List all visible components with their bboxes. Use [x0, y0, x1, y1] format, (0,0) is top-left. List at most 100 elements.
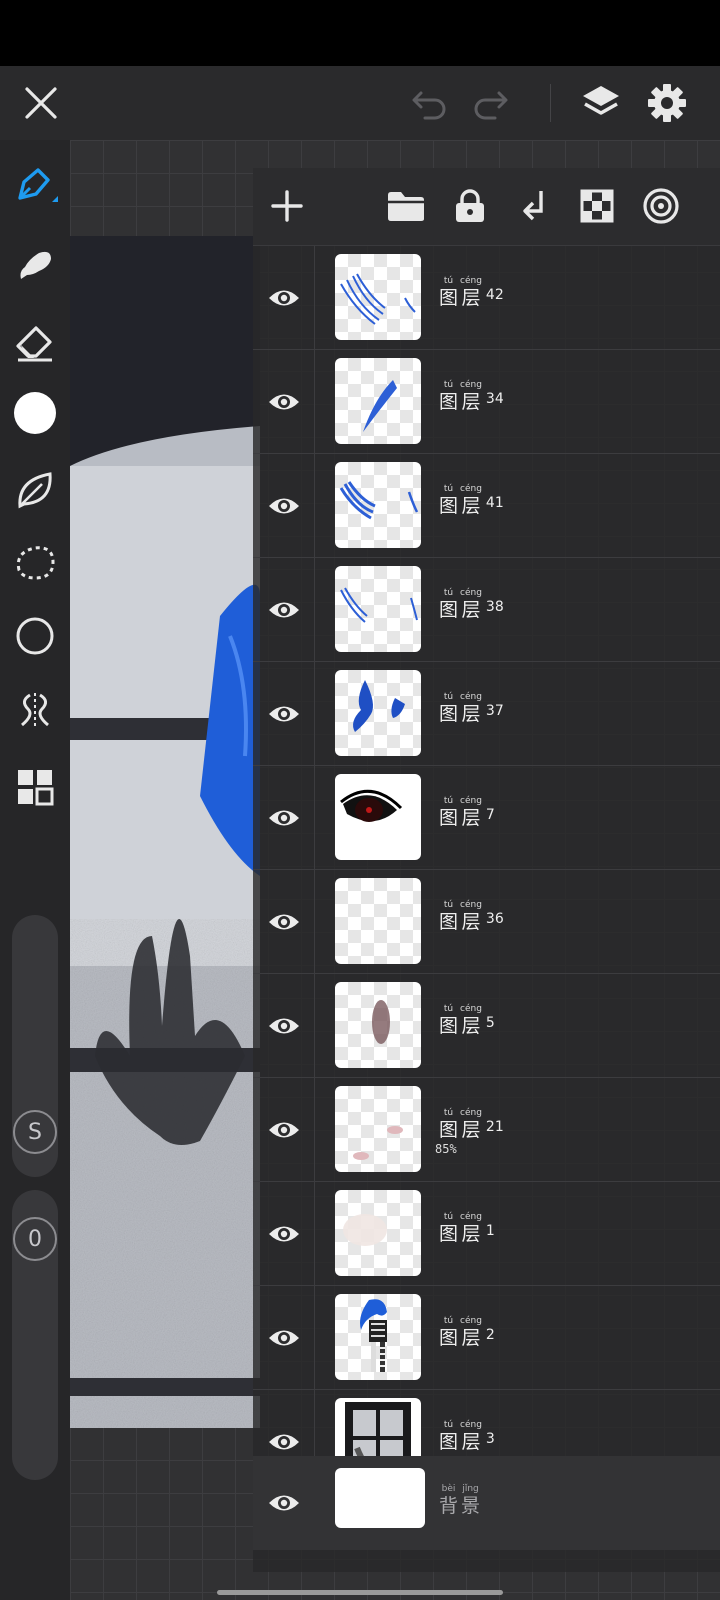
background-thumbnail: [335, 1468, 425, 1528]
visibility-toggle[interactable]: [253, 766, 315, 870]
layer-number: 3: [485, 1431, 495, 1447]
char: 背: [439, 1495, 459, 1517]
layer-row[interactable]: tú 图 céng 层 34: [253, 350, 720, 454]
layer-opacity: 85%: [435, 1142, 457, 1156]
layer-word-char-2: céng 层: [460, 588, 482, 621]
background-layer-name: bèi 背 jǐng 景: [439, 1484, 480, 1517]
char: 层: [461, 1327, 481, 1349]
eye-icon: [269, 1495, 299, 1511]
char: 图: [439, 1223, 459, 1245]
eye-icon: [268, 498, 299, 514]
thumbnail-image: [345, 1402, 411, 1456]
visibility-toggle[interactable]: [253, 350, 315, 454]
layers-icon: [583, 86, 619, 115]
layer-word-char-2: céng 层: [460, 276, 482, 309]
layer-name: tú 图 céng 层 2: [439, 1316, 495, 1349]
layer-name: tú 图 céng 层 37: [439, 692, 504, 725]
gear-icon: [648, 84, 686, 122]
smudge-tool-icon: [20, 251, 51, 279]
folder-button[interactable]: [382, 182, 430, 230]
eraser-tool-icon: [16, 326, 52, 362]
layer-thumbnail: [335, 1294, 421, 1380]
layer-row[interactable]: tú 图 céng 层 37: [253, 662, 720, 766]
layer-row[interactable]: tú 图 céng 层 41: [253, 454, 720, 558]
layer-word-char-2: céng 层: [460, 1004, 482, 1037]
pen-tool-button[interactable]: [10, 160, 60, 210]
layer-row[interactable]: tú 图 céng 层 21 85%: [253, 1078, 720, 1182]
visibility-toggle[interactable]: [253, 454, 315, 558]
char: 景: [461, 1495, 481, 1517]
undo-button[interactable]: [406, 80, 452, 126]
home-indicator[interactable]: [217, 1590, 503, 1595]
layer-name: tú 图 céng 层 3: [439, 1420, 495, 1453]
pinyin: tú: [443, 588, 454, 598]
visibility-toggle[interactable]: [253, 662, 315, 766]
char: 层: [461, 391, 481, 413]
layer-word-char-1: tú 图: [439, 1316, 458, 1349]
symmetry-icon: [21, 693, 49, 727]
shape-tool-button[interactable]: [10, 611, 60, 661]
visibility-toggle[interactable]: [253, 246, 315, 350]
char: 图: [439, 1015, 459, 1037]
visibility-toggle[interactable]: [253, 1456, 315, 1550]
layer-row[interactable]: tú 图 céng 层 3: [253, 1390, 720, 1456]
layer-name: tú 图 céng 层 1: [439, 1212, 495, 1245]
visibility-toggle[interactable]: [253, 558, 315, 662]
background-layer-row[interactable]: bèi 背 jǐng 景: [253, 1456, 720, 1550]
layer-row[interactable]: tú 图 céng 层 2: [253, 1286, 720, 1390]
more-tools-button[interactable]: [10, 762, 60, 812]
visibility-toggle[interactable]: [253, 1078, 315, 1182]
add-layer-button[interactable]: [263, 182, 311, 230]
layer-name: tú 图 céng 层 42: [439, 276, 504, 309]
layer-number: 41: [485, 495, 504, 511]
layer-row[interactable]: tú 图 céng 层 38: [253, 558, 720, 662]
visibility-toggle[interactable]: [253, 870, 315, 974]
top-bar-divider: [550, 84, 551, 122]
layer-name: tú 图 céng 层 21: [439, 1108, 504, 1141]
eraser-tool-button[interactable]: [10, 317, 60, 367]
visibility-toggle[interactable]: [253, 1286, 315, 1390]
smudge-tool-button[interactable]: [10, 240, 60, 290]
layer-row[interactable]: tú 图 céng 层 36: [253, 870, 720, 974]
visibility-toggle[interactable]: [253, 1182, 315, 1286]
layer-row[interactable]: tú 图 céng 层 42: [253, 246, 720, 350]
char: 层: [461, 1119, 481, 1141]
layer-thumbnail: [335, 566, 421, 652]
layer-word-char-2: céng 层: [460, 484, 482, 517]
pinyin: céng: [460, 1108, 482, 1118]
transparency-lock-button[interactable]: [573, 182, 621, 230]
eye-icon: [268, 810, 299, 826]
close-button[interactable]: [18, 80, 64, 126]
layers-button[interactable]: [578, 80, 624, 126]
undo-icon: [412, 91, 446, 120]
pinyin: céng: [460, 484, 482, 494]
pinyin: céng: [460, 380, 482, 390]
brush-opacity-knob[interactable]: 0: [13, 1217, 57, 1261]
settings-button[interactable]: [644, 80, 690, 126]
leaf-tool-button[interactable]: [10, 464, 60, 514]
add-layer-icon: [271, 190, 303, 222]
color-swatch-icon: [14, 392, 56, 434]
layer-row[interactable]: tú 图 céng 层 5: [253, 974, 720, 1078]
char: 层: [461, 703, 481, 725]
char: 图: [439, 495, 459, 517]
brush-size-knob[interactable]: S: [13, 1110, 57, 1154]
visibility-toggle[interactable]: [253, 974, 315, 1078]
visibility-toggle[interactable]: [253, 1390, 315, 1456]
merge-down-button[interactable]: [510, 182, 558, 230]
layer-panel: tú 图 céng 层 42 tú 图 céng 层 34 tú 图 céng 层 41 t…: [253, 168, 720, 1572]
layer-row[interactable]: tú 图 céng 层 7: [253, 766, 720, 870]
artwork-canvas[interactable]: [70, 236, 260, 1428]
reference-layer-button[interactable]: [637, 182, 685, 230]
pinyin: céng: [460, 692, 482, 702]
symmetry-tool-button[interactable]: [10, 685, 60, 735]
layer-row[interactable]: tú 图 céng 层 1: [253, 1182, 720, 1286]
layer-word-char-1: tú 图: [439, 1004, 458, 1037]
selection-tool-button[interactable]: [10, 538, 60, 588]
layer-word-char-2: céng 层: [460, 796, 482, 829]
color-button[interactable]: [10, 388, 60, 438]
layer-word-char-1: tú 图: [439, 484, 458, 517]
redo-button[interactable]: [468, 80, 514, 126]
lock-button[interactable]: [446, 182, 494, 230]
brush-opacity-label: 0: [28, 1226, 42, 1252]
